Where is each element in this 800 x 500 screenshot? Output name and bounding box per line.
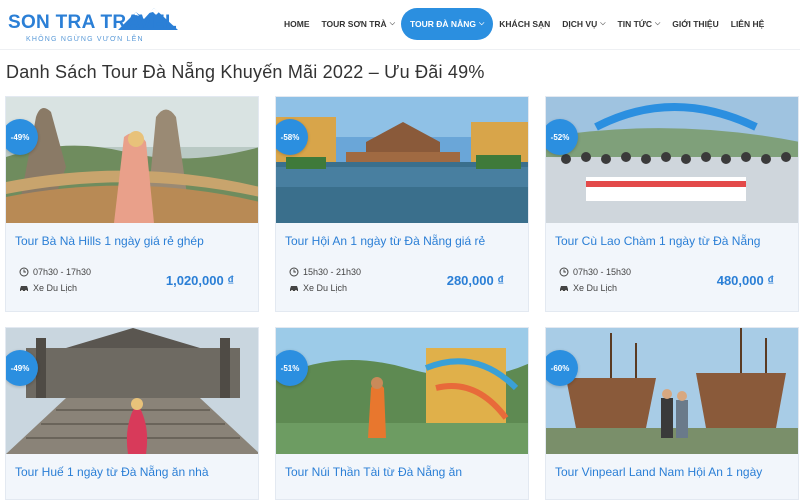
clock-icon [289,267,299,277]
tour-time: 07h30 - 17h30 [19,267,91,277]
site-header: SON TRA TRAVEL KHÔNG NGỪNG VƯƠN LÊN HOME… [0,0,800,50]
tour-time-text: 07h30 - 15h30 [573,267,632,277]
nav-tour-son-tra[interactable]: TOUR SƠN TRÀ ⌵ [316,8,402,40]
chevron-down-icon: ⌵ [389,20,395,27]
tour-title-link[interactable]: Tour Cù Lao Chàm 1 ngày từ Đà Nẵng [555,234,795,248]
tour-price: 280,000 ₫ [446,273,504,288]
tour-card[interactable]: -60% Tour Vinpearl Land Nam Hội An 1 ngà… [545,327,799,500]
page-title: Danh Sách Tour Đà Nẵng Khuyến Mãi 2022 –… [6,62,485,82]
tour-card[interactable]: -49% Tour Bà Nà Hills 1 ngày giá rẻ ghép… [5,96,259,312]
nav-lien-he-label: LIÊN HỆ [730,19,765,29]
nav-tour-da-nang[interactable]: TOUR ĐÀ NẴNG ⌵ [401,8,494,40]
group-photo-image[interactable]: -52% [546,97,798,223]
tour-time-text: 07h30 - 17h30 [33,267,92,277]
vinpearl-ships-image[interactable]: -60% [546,328,798,454]
nav-dich-vu-label: DỊCH VỤ [562,19,598,29]
car-icon [290,286,298,292]
tour-price: 480,000 ₫ [716,273,774,288]
nav-dich-vu[interactable]: DỊCH VỤ ⌵ [556,8,611,40]
tour-card[interactable]: -49% Tour Huế 1 ngày từ Đà Nẵng ăn nhà [5,327,259,500]
chevron-down-icon: ⌵ [654,20,661,27]
nav-tour-son-tra-label: TOUR SƠN TRÀ [321,19,387,29]
nav-tin-tuc-label: TIN TỨC [617,19,652,29]
tour-transport-text: Xe Du Lịch [573,283,618,293]
tour-transport-text: Xe Du Lịch [33,283,78,293]
chevron-down-icon: ⌵ [478,20,485,27]
site-logo[interactable]: SON TRA TRAVEL KHÔNG NGỪNG VƯƠN LÊN [8,4,178,46]
logo-brand-name: SON TRA TRAVEL [8,12,177,33]
car-icon [20,286,28,292]
tour-time: 15h30 - 21h30 [289,267,361,277]
tour-title-link[interactable]: Tour Núi Thần Tài từ Đà Nẵng ăn [285,465,525,479]
tour-time: 07h30 - 15h30 [559,267,631,277]
chevron-down-icon: ⌵ [600,20,606,27]
nav-khach-san-label: KHÁCH SẠN [499,19,551,29]
tour-title-link[interactable]: Tour Huế 1 ngày từ Đà Nẵng ăn nhà [15,465,255,479]
nav-gioi-thieu-label: GIỚI THIỆU [672,19,719,29]
nav-gioi-thieu[interactable]: GIỚI THIỆU [666,8,724,40]
tour-time-text: 15h30 - 21h30 [303,267,362,277]
nav-home-label: HOME [284,19,310,29]
golden-bridge-image[interactable]: -49% [6,97,258,223]
clock-icon [19,267,29,277]
nav-khach-san[interactable]: KHÁCH SẠN [493,8,556,40]
nav-tin-tuc[interactable]: TIN TỨC ⌵ [612,8,667,40]
tour-card[interactable]: -52% Tour Cù Lao Chàm 1 ngày từ Đà Nẵng … [545,96,799,312]
nav-tour-da-nang-label: TOUR ĐÀ NẴNG [410,19,476,29]
tour-transport: Xe Du Lịch [19,283,77,293]
tour-transport: Xe Du Lịch [289,283,347,293]
water-park-image[interactable]: -51% [276,328,528,454]
tour-title-link[interactable]: Tour Vinpearl Land Nam Hội An 1 ngày [555,465,795,479]
nav-lien-he[interactable]: LIÊN HỆ [725,8,771,40]
tour-title-link[interactable]: Tour Hội An 1 ngày từ Đà Nẵng giá rẻ [285,234,525,248]
tour-transport-text: Xe Du Lịch [303,283,348,293]
car-icon [560,286,568,292]
hoi-an-bridge-image[interactable]: -58% [276,97,528,223]
tour-transport: Xe Du Lịch [559,283,617,293]
tour-card[interactable]: -51% Tour Núi Thần Tài từ Đà Nẵng ăn [275,327,529,500]
logo-slogan: KHÔNG NGỪNG VƯƠN LÊN [26,36,144,43]
hue-tomb-image[interactable]: -49% [6,328,258,454]
tour-card[interactable]: -58% Tour Hội An 1 ngày từ Đà Nẵng giá r… [275,96,529,312]
tour-title-link[interactable]: Tour Bà Nà Hills 1 ngày giá rẻ ghép [15,234,255,248]
tour-price: 1,020,000 ₫ [165,273,234,288]
nav-home[interactable]: HOME [278,8,316,40]
clock-icon [559,267,569,277]
main-nav: HOME TOUR SƠN TRÀ ⌵ TOUR ĐÀ NẴNG ⌵ KHÁCH S… [278,8,770,40]
